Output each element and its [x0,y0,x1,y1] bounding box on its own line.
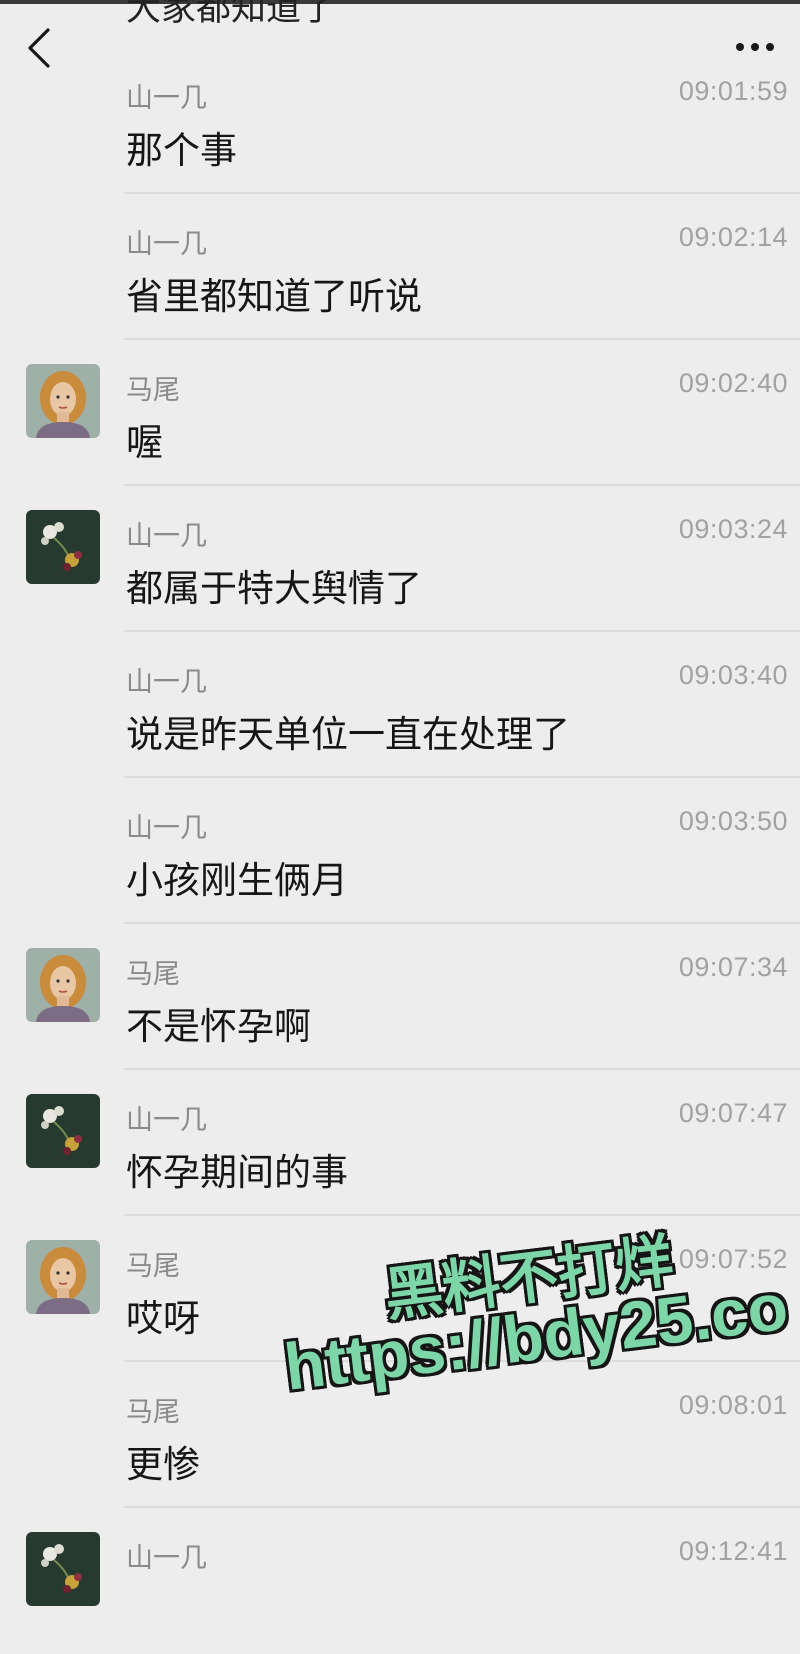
sender-name: 山一几 [126,229,207,260]
flower-avatar[interactable] [26,1094,100,1168]
message-text: 那个事 [126,129,237,172]
message-time: 09:08:01 [678,1390,788,1420]
sender-name: 山一几 [126,667,207,698]
message-text: 说是昨天单位一直在处理了 [126,713,570,756]
message-text: 省里都知道了听说 [126,275,422,318]
message-text: 不是怀孕啊 [126,1005,311,1048]
message-time: 09:02:14 [678,222,788,252]
message-time: 09:03:24 [678,514,788,544]
sender-name: 马尾 [126,1397,180,1428]
portrait-avatar[interactable] [26,948,100,1022]
flower-avatar[interactable] [26,1532,100,1606]
chat-message[interactable]: 山一几 09:07:47 怀孕期间的事 [0,1070,800,1216]
message-time: 09:07:34 [678,952,788,982]
chat-message[interactable]: 马尾 09:08:01 更惨 [0,1362,800,1508]
chat-message[interactable]: 山一几 09:01:59 那个事 [0,48,800,194]
message-time: 09:01:59 [678,76,788,106]
message-text: 都属于特大舆情了 [126,567,422,610]
sender-name: 马尾 [126,375,180,406]
message-time: 09:03:50 [678,806,788,836]
chat-message[interactable]: 山一几 09:02:14 省里都知道了听说 [0,194,800,340]
sender-name: 山一几 [126,1543,207,1574]
sender-name: 山一几 [126,1105,207,1136]
message-text: 更惨 [126,1443,200,1486]
partial-message-text: 大家都知道了 [126,0,337,29]
message-text: 小孩刚生俩月 [126,859,348,902]
message-time: 09:07:47 [678,1098,788,1128]
message-time: 09:02:40 [678,368,788,398]
chat-message[interactable]: 马尾 09:02:40 喔 [0,340,800,486]
chat-message[interactable]: 马尾 09:07:52 哎呀 [0,1216,800,1362]
sender-name: 马尾 [126,959,180,990]
sender-name: 山一几 [126,83,207,114]
sender-name: 山一几 [126,521,207,552]
chat-message[interactable]: 山一几 09:03:40 说是昨天单位一直在处理了 [0,632,800,778]
chat-message[interactable]: 山一几 09:12:41 [0,1508,800,1654]
message-time: 09:12:41 [678,1536,788,1566]
portrait-avatar[interactable] [26,1240,100,1314]
chat-message[interactable]: 山一几 09:03:50 小孩刚生俩月 [0,778,800,924]
status-strip [0,0,800,4]
chat-message[interactable]: 山一几 09:03:24 都属于特大舆情了 [0,486,800,632]
message-time: 09:07:52 [678,1244,788,1274]
message-text: 哎呀 [126,1297,200,1340]
sender-name: 马尾 [126,1251,180,1282]
flower-avatar[interactable] [26,510,100,584]
message-text: 喔 [126,421,163,464]
message-time: 09:03:40 [678,660,788,690]
sender-name: 山一几 [126,813,207,844]
chat-message[interactable]: 马尾 09:07:34 不是怀孕啊 [0,924,800,1070]
portrait-avatar[interactable] [26,364,100,438]
message-text: 怀孕期间的事 [126,1151,348,1194]
